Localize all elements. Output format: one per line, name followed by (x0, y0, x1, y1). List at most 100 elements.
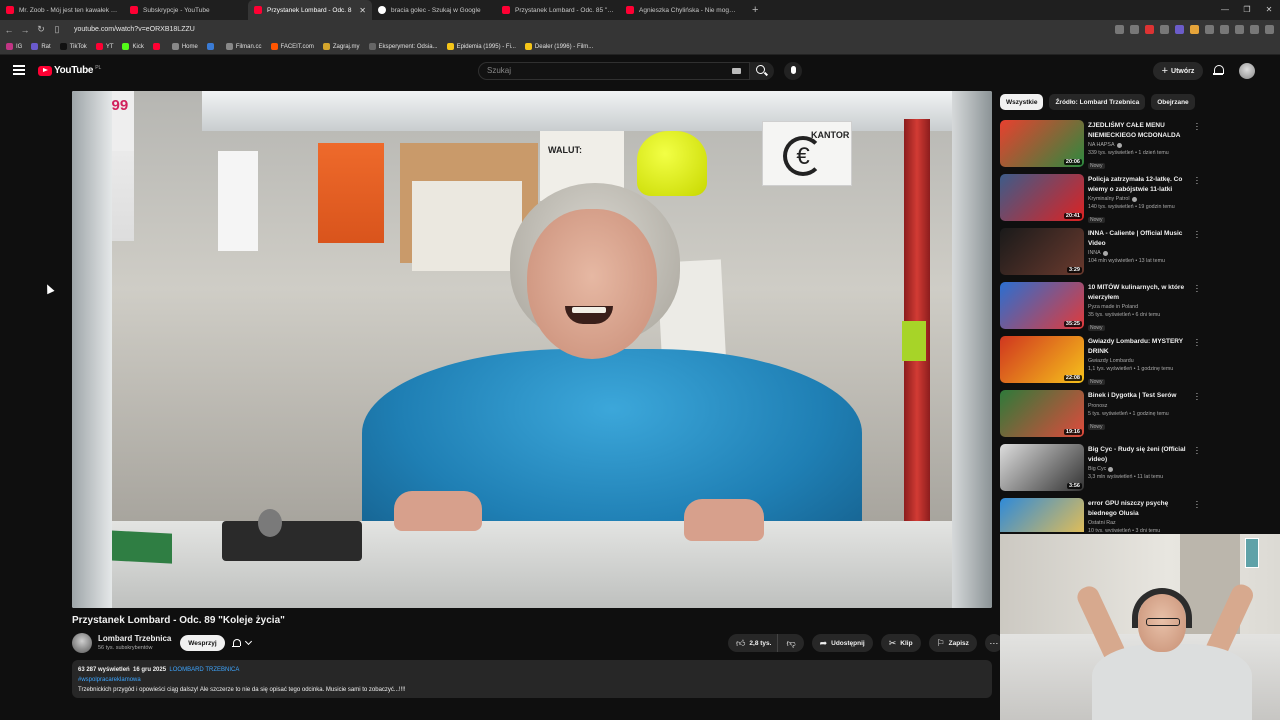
more-options-icon[interactable]: · · · (1195, 444, 1199, 458)
recommended-video[interactable]: 38:33error GPU niszczy psychę biednego O… (1000, 498, 1270, 532)
bookmark-item[interactable]: Eksperyment: Odsia... (368, 43, 438, 50)
description-hashtag[interactable]: #wspolpracareklamowa (78, 677, 141, 683)
reload-icon[interactable]: ↻ (34, 24, 48, 35)
recommended-video-title[interactable]: Big Cyc - Rudy się żeni (Official video) (1088, 445, 1194, 464)
recommended-video[interactable]: 35:25 10 MITÓW kulinarnych, w które wierz… (1000, 282, 1270, 336)
voice-search-mic-icon[interactable] (784, 62, 802, 80)
hamburger-menu-icon[interactable] (13, 65, 25, 75)
bookmark-item[interactable] (152, 43, 163, 50)
media-control-icon[interactable] (1250, 25, 1259, 34)
search-button[interactable] (750, 62, 774, 80)
channel-avatar[interactable] (72, 633, 92, 653)
video-thumbnail[interactable]: 3:56 (1000, 444, 1084, 491)
more-options-icon[interactable]: · · · (1195, 228, 1199, 242)
extension-icon[interactable] (1175, 25, 1184, 34)
restore-icon[interactable]: ❐ (1236, 0, 1258, 20)
dislike-button[interactable]: 👎︎ (777, 634, 804, 652)
video-thumbnail[interactable]: 3:29 (1000, 228, 1084, 275)
youtube-logo[interactable]: YouTube PL (38, 65, 101, 76)
recommended-video[interactable]: 3:29 INNA - Caliente | Official Music Vid… (1000, 228, 1270, 282)
recommended-channel[interactable]: INNA (1088, 250, 1194, 256)
bookmark-item[interactable]: Epidemia (1995) - Fi... (446, 43, 516, 50)
browser-tab[interactable]: Przystanek Lombard - Odc. 85 "Via V (496, 0, 620, 20)
extension-icon[interactable] (1145, 25, 1154, 34)
recommended-channel[interactable]: Pronosz (1088, 403, 1194, 409)
more-options-icon[interactable]: · · · (1195, 282, 1199, 296)
video-thumbnail[interactable]: 20:41 (1000, 174, 1084, 221)
recommended-video[interactable]: 19:16 Binek i Dygotka | Test Serów Pronosz… (1000, 390, 1270, 444)
video-thumbnail[interactable]: 20:06 (1000, 120, 1084, 167)
bookmark-item[interactable]: Dealer (1996) - Film... (524, 43, 593, 50)
browser-tab[interactable]: Agnieszka Chylińska - Nie mogę Cię (620, 0, 744, 20)
channel-name[interactable]: Lombard Trzebnica (98, 634, 171, 643)
browser-tab[interactable]: Przystanek Lombard - Odc. 8 ✕ (248, 0, 372, 20)
recommended-video-title[interactable]: Policja zatrzymała 12-latkę. Co wiemy o … (1088, 175, 1194, 194)
bookmark-item[interactable]: IG (6, 43, 22, 50)
keyboard-icon[interactable] (732, 68, 741, 74)
more-options-icon[interactable]: · · · (1195, 336, 1199, 350)
bookmark-item[interactable]: FACEIT.com (270, 43, 314, 50)
extension-icon[interactable] (1115, 25, 1124, 34)
bookmark-item[interactable]: YT (95, 43, 113, 50)
extension-icon[interactable] (1205, 25, 1214, 34)
extension-icon[interactable] (1160, 25, 1169, 34)
filter-chip[interactable]: Obejrzane (1151, 94, 1195, 110)
recommended-video[interactable]: 20:06 ZJEDLIŚMY CAŁE MENU NIEMIECKIEGO MC… (1000, 120, 1270, 174)
recommended-channel[interactable]: NA HAPSA (1088, 142, 1194, 148)
minimize-icon[interactable]: — (1214, 0, 1236, 20)
bookmark-item[interactable]: Zagraj.my (322, 43, 360, 50)
extension-icon[interactable] (1130, 25, 1139, 34)
bookmark-page-icon[interactable]: ▯ (50, 24, 64, 35)
video-thumbnail[interactable]: 19:16 (1000, 390, 1084, 437)
recommended-video[interactable]: 22:08 Gwiazdy Lombardu: MYSTERY DRINK Gwia… (1000, 336, 1270, 390)
browser-tab[interactable]: bracia golec - Szukaj w Google (372, 0, 496, 20)
bookmark-item[interactable]: TikTok (59, 43, 87, 50)
video-description[interactable]: 63 287 wyświetleń 16 gru 2025 LOOMBARD T… (72, 660, 992, 698)
download-icon[interactable] (1220, 25, 1229, 34)
back-arrow-icon[interactable]: ← (2, 25, 16, 35)
bookmark-item[interactable] (206, 43, 217, 50)
close-window-icon[interactable]: ✕ (1258, 0, 1280, 20)
video-thumbnail[interactable]: 35:25 (1000, 282, 1084, 329)
browser-tab[interactable]: Subskrypcje - YouTube (124, 0, 248, 20)
recommended-video-title[interactable]: INNA - Caliente | Official Music Video (1088, 229, 1194, 248)
extension-icon[interactable] (1235, 25, 1244, 34)
notifications-bell-icon[interactable] (1213, 65, 1224, 76)
recommended-video-title[interactable]: ZJEDLIŚMY CAŁE MENU NIEMIECKIEGO MCDONAL… (1088, 121, 1194, 140)
recommended-video-title[interactable]: 10 MITÓW kulinarnych, w które wierzyłem (1088, 283, 1194, 302)
more-options-icon[interactable]: · · · (1195, 120, 1199, 134)
account-avatar[interactable] (1239, 63, 1255, 79)
more-options-icon[interactable]: · · · (1195, 174, 1199, 188)
menu-dots-icon[interactable] (1265, 25, 1274, 34)
forward-arrow-icon[interactable]: → (18, 25, 32, 35)
video-thumbnail[interactable]: 38:33 (1000, 498, 1084, 532)
clip-button[interactable]: ✂ Klip (880, 634, 921, 652)
recommended-video-title[interactable]: Binek i Dygotka | Test Serów (1088, 391, 1194, 401)
more-options-icon[interactable]: · · · (1195, 390, 1199, 404)
recommended-channel[interactable]: Big Cyc (1088, 466, 1194, 472)
bookmark-item[interactable]: Filman.cc (225, 43, 262, 50)
filter-chip[interactable]: Wszystkie (1000, 94, 1044, 110)
support-button[interactable]: Wesprzyj (180, 635, 225, 651)
recommended-video[interactable]: 3:56 Big Cyc - Rudy się żeni (Official vi… (1000, 444, 1270, 498)
recommended-channel[interactable]: Ostatni Raz (1088, 520, 1194, 526)
more-options-icon[interactable]: · · · (1195, 498, 1199, 512)
bookmark-item[interactable]: Kick (122, 43, 144, 50)
filter-chip[interactable]: Źródło: Lombard Trzebnica (1049, 94, 1146, 110)
extension-icon[interactable] (1190, 25, 1199, 34)
recommended-video[interactable]: 20:41 Policja zatrzymała 12-latkę. Co wie… (1000, 174, 1270, 228)
share-button[interactable]: ➦ Udostępnij (811, 634, 873, 652)
recommended-video-title[interactable]: error GPU niszczy psychę biednego Olusia (1088, 499, 1194, 518)
close-tab-icon[interactable]: ✕ (359, 6, 366, 15)
browser-tab[interactable]: Mr. Zoob - Mój jest ten kawałek pod (0, 0, 124, 20)
create-button[interactable]: + Utwórz (1153, 62, 1203, 80)
recommended-channel[interactable]: Pyza made in Poland (1088, 304, 1194, 310)
subscription-notifications-button[interactable] (232, 636, 260, 650)
search-input[interactable]: Szukaj (478, 62, 750, 80)
bookmark-item[interactable]: Home (171, 43, 198, 50)
video-player[interactable]: 9900 99 WALUT: KANTOR€ (72, 91, 992, 608)
recommended-channel[interactable]: Gwiazdy Lombardu (1088, 358, 1194, 364)
url-field[interactable]: youtube.com/watch?v=eORXB18LZZU (74, 26, 1115, 33)
new-tab-icon[interactable]: + (744, 4, 766, 16)
video-thumbnail[interactable]: 22:08 (1000, 336, 1084, 383)
